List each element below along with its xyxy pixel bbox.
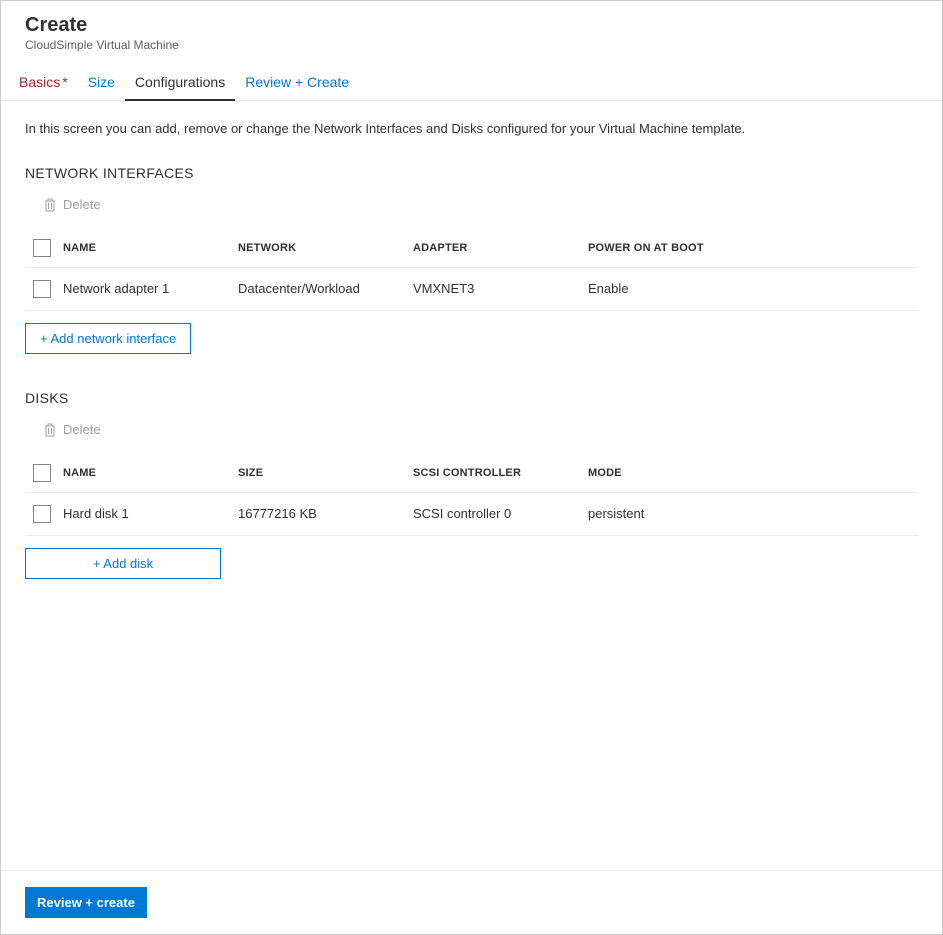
disks-col-mode: MODE <box>588 454 918 493</box>
network-row-checkbox[interactable] <box>33 280 51 298</box>
page-title: Create <box>25 13 918 37</box>
tab-bar: Basics* Size Configurations Review + Cre… <box>1 56 942 101</box>
network-delete-label: Delete <box>63 197 101 212</box>
network-col-power: POWER ON AT BOOT <box>588 229 918 268</box>
disks-delete-button[interactable]: Delete <box>37 420 107 440</box>
review-create-button[interactable]: Review + create <box>25 887 147 918</box>
content-area: In this screen you can add, remove or ch… <box>1 101 942 870</box>
network-row-adapter: VMXNET3 <box>413 267 588 310</box>
required-asterisk: * <box>62 74 67 90</box>
page-header: Create CloudSimple Virtual Machine <box>1 1 942 56</box>
trash-icon <box>43 422 57 438</box>
network-checkbox-header <box>25 229 63 268</box>
disks-row-controller: SCSI controller 0 <box>413 492 588 535</box>
tab-basics[interactable]: Basics* <box>9 68 78 101</box>
network-row-network: Datacenter/Workload <box>238 267 413 310</box>
network-col-adapter: ADAPTER <box>413 229 588 268</box>
network-section-title: NETWORK INTERFACES <box>25 165 918 181</box>
disks-checkbox-header <box>25 454 63 493</box>
tab-size[interactable]: Size <box>78 68 125 101</box>
disks-row-size: 16777216 KB <box>238 492 413 535</box>
disks-table-row[interactable]: Hard disk 1 16777216 KB SCSI controller … <box>25 492 918 535</box>
network-col-name: NAME <box>63 229 238 268</box>
description-text: In this screen you can add, remove or ch… <box>25 119 918 139</box>
add-network-interface-button[interactable]: + Add network interface <box>25 323 191 354</box>
disks-toolbar: Delete <box>37 420 918 440</box>
trash-icon <box>43 197 57 213</box>
network-col-network: NETWORK <box>238 229 413 268</box>
network-row-name: Network adapter 1 <box>63 267 238 310</box>
network-table-row[interactable]: Network adapter 1 Datacenter/Workload VM… <box>25 267 918 310</box>
page-subtitle: CloudSimple Virtual Machine <box>25 38 918 52</box>
network-toolbar: Delete <box>37 195 918 215</box>
disks-table: NAME SIZE SCSI CONTROLLER MODE Hard disk… <box>25 454 918 536</box>
disks-row-name: Hard disk 1 <box>63 492 238 535</box>
tab-basics-label: Basics <box>19 74 60 90</box>
tab-review[interactable]: Review + Create <box>235 68 359 101</box>
network-delete-button[interactable]: Delete <box>37 195 107 215</box>
tab-configurations[interactable]: Configurations <box>125 68 235 101</box>
disks-col-size: SIZE <box>238 454 413 493</box>
disks-select-all-checkbox[interactable] <box>33 464 51 482</box>
network-select-all-checkbox[interactable] <box>33 239 51 257</box>
disks-row-checkbox[interactable] <box>33 505 51 523</box>
disks-delete-label: Delete <box>63 422 101 437</box>
disks-col-controller: SCSI CONTROLLER <box>413 454 588 493</box>
network-row-power: Enable <box>588 267 918 310</box>
network-table: NAME NETWORK ADAPTER POWER ON AT BOOT Ne… <box>25 229 918 311</box>
disks-row-mode: persistent <box>588 492 918 535</box>
disks-section-title: DISKS <box>25 390 918 406</box>
footer: Review + create <box>1 870 942 934</box>
disks-col-name: NAME <box>63 454 238 493</box>
add-disk-button[interactable]: + Add disk <box>25 548 221 579</box>
